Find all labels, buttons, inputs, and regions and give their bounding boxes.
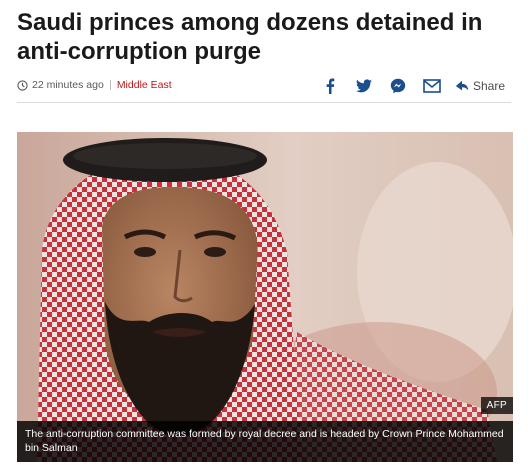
facebook-icon[interactable] (313, 76, 347, 96)
share-button[interactable]: Share (455, 79, 505, 93)
share-icon (455, 80, 469, 91)
article-headline: Saudi princes among dozens detained in a… (17, 9, 483, 65)
meta-divider (109, 80, 111, 90)
category-link[interactable]: Middle East (117, 79, 172, 91)
photo-credit: AFP (480, 397, 513, 414)
email-icon[interactable] (415, 76, 449, 96)
messenger-icon[interactable] (381, 76, 415, 96)
portrait-photo (17, 132, 513, 462)
article-figure: AFP The anti-corruption committee was fo… (17, 132, 513, 462)
timestamp: 22 minutes ago (32, 79, 104, 91)
share-label: Share (472, 79, 505, 93)
article-meta: 22 minutes ago Middle East (17, 79, 172, 91)
share-tools: Share (313, 76, 505, 96)
clock-icon (17, 79, 28, 91)
article-meta-bar: 22 minutes ago Middle East Share (17, 74, 511, 103)
photo-caption: The anti-corruption committee was formed… (17, 421, 513, 462)
twitter-icon[interactable] (347, 76, 381, 96)
